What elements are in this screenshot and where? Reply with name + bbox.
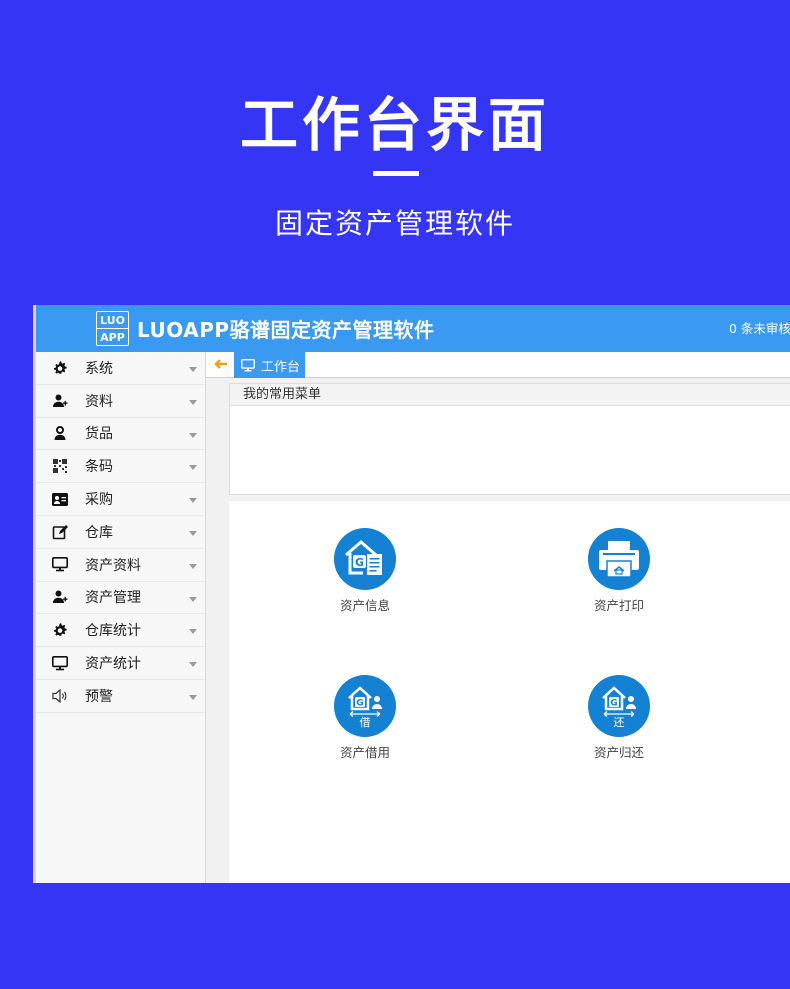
svg-text:G: G	[610, 699, 617, 709]
tile-label: 资产打印	[593, 598, 644, 613]
svg-text:G: G	[356, 699, 363, 709]
sidebar-item-label: 系统	[85, 360, 113, 377]
svg-text:借: 借	[360, 716, 371, 729]
sidebar-item-label: 仓库统计	[85, 623, 141, 640]
logo-text-top: LUO	[97, 312, 128, 329]
sidebar-item-label: 资产统计	[85, 656, 141, 673]
svg-text:还: 还	[614, 716, 625, 729]
sidebar-item-purchase[interactable]: 采购	[36, 483, 205, 516]
sidebar-item-label: 预警	[85, 688, 113, 705]
speaker-icon	[51, 687, 69, 705]
app-title: LUOAPP骆谱固定资产管理软件	[137, 318, 435, 342]
monitor-icon	[241, 358, 255, 371]
app-logo: LUO APP	[96, 311, 129, 346]
chevron-down-icon	[189, 432, 197, 438]
favorites-panel: 我的常用菜单	[229, 383, 790, 495]
chevron-down-icon	[189, 367, 197, 372]
asset-return-icon: G 还	[588, 675, 650, 737]
sidebar-item-label: 资料	[85, 393, 113, 410]
person-icon	[51, 424, 69, 442]
chevron-down-icon	[189, 530, 197, 536]
printer-icon	[588, 528, 650, 590]
sidebar-item-warehouse-stats[interactable]: 仓库统计	[36, 614, 205, 648]
sidebar-item-warehouse[interactable]: 仓库	[36, 516, 205, 549]
svg-text:G: G	[355, 556, 364, 569]
chevron-down-icon	[189, 498, 197, 504]
chevron-down-icon	[189, 662, 197, 668]
app-header: LUO APP LUOAPP骆谱固定资产管理软件 0 条未审核	[36, 305, 790, 352]
sidebar-item-asset-management[interactable]: 资产管理	[36, 582, 205, 615]
sidebar-item-label: 仓库	[85, 524, 113, 541]
sidebar: 系统 资料 货品 条码 采购 仓库 资产资料 资产管理 仓库统计 资产统计 预警	[36, 352, 206, 883]
sidebar-item-warning[interactable]: 预警	[36, 680, 205, 713]
chevron-down-icon	[189, 596, 197, 602]
sidebar-item-label: 资产管理	[85, 590, 141, 607]
sidebar-item-label: 资产资料	[85, 557, 141, 574]
chevron-down-icon	[189, 465, 197, 471]
tile-label: 资产信息	[339, 598, 390, 613]
hero-divider	[373, 171, 419, 176]
sidebar-item-asset-data[interactable]: 资产资料	[36, 549, 205, 582]
sidebar-item-label: 采购	[85, 492, 113, 509]
tile-label: 资产归还	[593, 745, 644, 760]
monitor-icon	[51, 556, 69, 574]
tab-workbench[interactable]: 工作台	[234, 352, 305, 378]
chevron-down-icon	[189, 563, 197, 569]
chevron-down-icon	[189, 629, 197, 635]
favorites-header: 我的常用菜单	[230, 384, 790, 406]
sidebar-item-label: 货品	[85, 426, 113, 443]
id-card-icon	[51, 490, 69, 508]
tile-asset-print[interactable]: 资产打印	[559, 528, 679, 614]
user-add-icon	[51, 392, 69, 410]
hero-subtitle: 固定资产管理软件	[274, 207, 515, 240]
asset-info-icon: G	[334, 528, 396, 590]
tiles-panel: G 资产信息 资产打印 G 借 资产借用 G 还 资产归还	[229, 501, 790, 883]
user-add-icon	[51, 588, 69, 606]
pending-review-notice[interactable]: 0 条未审核	[729, 318, 790, 337]
tile-asset-info[interactable]: G 资产信息	[305, 528, 425, 614]
sidebar-item-goods[interactable]: 货品	[36, 418, 205, 451]
hero-title: 工作台界面	[239, 91, 550, 159]
tile-asset-borrow[interactable]: G 借 资产借用	[305, 675, 425, 761]
tile-asset-return[interactable]: G 还 资产归还	[559, 675, 679, 761]
qrcode-icon	[51, 457, 69, 475]
sidebar-item-data[interactable]: 资料	[36, 385, 205, 418]
sidebar-item-label: 条码	[85, 459, 113, 476]
tile-label: 资产借用	[339, 745, 390, 760]
chevron-down-icon	[189, 399, 197, 405]
sidebar-item-asset-stats[interactable]: 资产统计	[36, 647, 205, 680]
back-arrow-icon[interactable]	[214, 356, 228, 370]
asset-borrow-icon: G 借	[334, 675, 396, 737]
gear-icon	[51, 621, 69, 639]
monitor-icon	[51, 654, 69, 672]
logo-text-bottom: APP	[100, 331, 125, 344]
tab-label: 工作台	[261, 359, 301, 375]
sidebar-item-barcode[interactable]: 条码	[36, 450, 205, 484]
chevron-down-icon	[189, 694, 197, 700]
tab-bar: 工作台	[206, 352, 790, 378]
app-window: LUO APP LUOAPP骆谱固定资产管理软件 0 条未审核 系统 资料 货品	[33, 305, 790, 883]
edit-icon	[51, 523, 69, 541]
gear-icon	[51, 359, 69, 377]
sidebar-item-system[interactable]: 系统	[36, 352, 205, 385]
